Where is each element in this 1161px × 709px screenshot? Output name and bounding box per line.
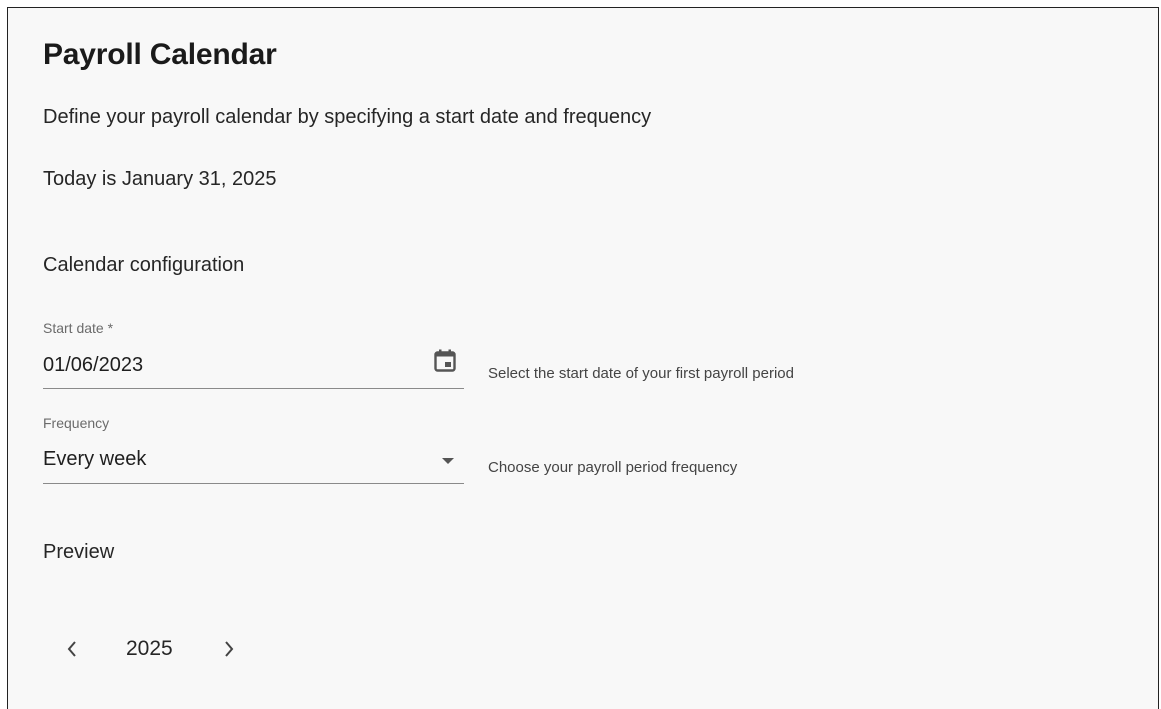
page-description: Define your payroll calendar by specifyi… bbox=[43, 106, 652, 128]
page-title: Payroll Calendar bbox=[43, 38, 277, 71]
start-date-field[interactable]: Start date * 01/06/2023 bbox=[43, 320, 464, 389]
preview-year: 2025 bbox=[126, 637, 173, 660]
start-date-input[interactable]: 01/06/2023 bbox=[43, 354, 143, 377]
frequency-selected-value[interactable]: Every week bbox=[43, 448, 146, 471]
calendar-configuration-heading: Calendar configuration bbox=[43, 254, 245, 276]
start-date-helper-text: Select the start date of your first payr… bbox=[488, 365, 794, 382]
frequency-label: Frequency bbox=[43, 415, 110, 431]
previous-year-button[interactable] bbox=[58, 634, 86, 664]
preview-heading: Preview bbox=[43, 541, 115, 563]
payroll-calendar-panel: Payroll Calendar Define your payroll cal… bbox=[7, 7, 1159, 709]
calendar-icon[interactable] bbox=[434, 349, 456, 373]
frequency-helper-text: Choose your payroll period frequency bbox=[488, 459, 738, 476]
today-date-text: Today is January 31, 2025 bbox=[43, 168, 277, 190]
chevron-left-icon bbox=[67, 641, 76, 657]
frequency-select[interactable]: Frequency Every week bbox=[43, 415, 464, 484]
dropdown-arrow-icon[interactable] bbox=[442, 458, 454, 464]
start-date-label: Start date * bbox=[43, 320, 114, 336]
next-year-button[interactable] bbox=[215, 634, 243, 664]
chevron-right-icon bbox=[225, 641, 234, 657]
